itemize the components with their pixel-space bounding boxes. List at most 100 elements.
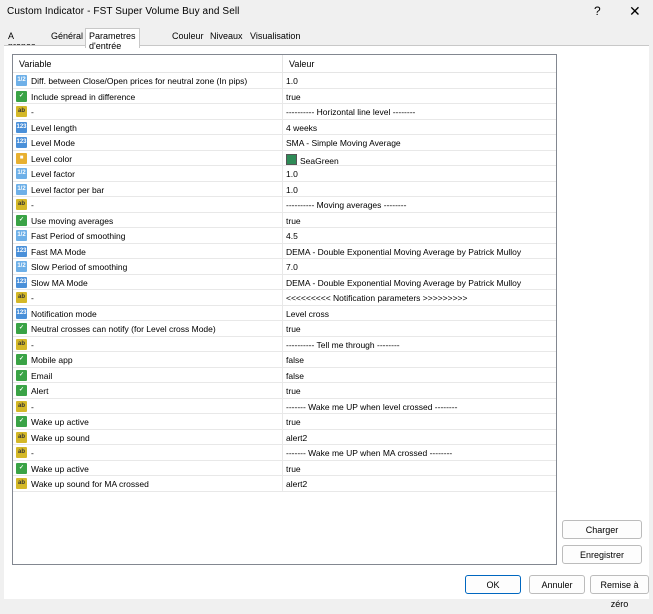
variable-value[interactable]: ---------- Horizontal line level -------… (286, 107, 415, 117)
variable-value[interactable]: 7.0 (286, 262, 298, 272)
cell-divider (282, 181, 283, 198)
variable-value[interactable]: Level cross (286, 309, 329, 319)
variable-value[interactable]: ---------- Moving averages -------- (286, 200, 406, 210)
tab-couleur[interactable]: Couleur (172, 31, 204, 45)
double-type-icon: 1/2 (16, 75, 27, 86)
table-row[interactable]: ✓ Email false (13, 367, 556, 384)
variable-value[interactable]: SeaGreen (286, 153, 339, 166)
table-row[interactable]: 123 Notification mode Level cross (13, 305, 556, 322)
cell-divider (282, 336, 283, 353)
variable-name: - (31, 293, 34, 303)
variable-value[interactable]: true (286, 464, 301, 474)
variable-name: Fast Period of smoothing (31, 231, 126, 241)
variable-value[interactable]: 1.0 (286, 76, 298, 86)
variable-value[interactable]: alert2 (286, 433, 307, 443)
variable-value[interactable]: 4.5 (286, 231, 298, 241)
column-divider[interactable] (282, 55, 283, 72)
help-button[interactable]: ? (594, 4, 601, 18)
variable-name: Wake up sound (31, 432, 90, 443)
tab-general[interactable]: Général (51, 31, 83, 45)
variable-name: Slow MA Mode (31, 277, 88, 288)
variable-name: Level factor per bar (31, 184, 105, 195)
variable-value[interactable]: 4 weeks (286, 123, 317, 133)
variable-value[interactable]: true (286, 386, 301, 396)
table-row[interactable]: 123 Fast MA Mode DEMA - Double Exponential… (13, 243, 556, 260)
cell-divider (282, 460, 283, 477)
column-header-value[interactable]: Valeur (289, 59, 314, 69)
ok-button[interactable]: OK (465, 575, 521, 594)
cancel-button[interactable]: Annuler (529, 575, 585, 594)
table-row[interactable]: ✓ Wake up active true (13, 414, 556, 430)
integer-type-icon: 123 (16, 276, 27, 288)
table-row[interactable]: ab - ---------- Horizontal line level ----… (13, 104, 556, 120)
table-row[interactable]: 1/2 Fast Period of smoothing 4.5 (13, 228, 556, 244)
reset-button[interactable]: Remise à zéro (590, 575, 649, 609)
variable-value[interactable]: SMA - Simple Moving Average (286, 138, 401, 148)
table-row[interactable]: ab Wake up sound alert2 (13, 429, 556, 446)
variable-value[interactable]: ------- Wake me UP when MA crossed -----… (286, 448, 452, 458)
variable-name: Fast MA Mode (31, 246, 86, 257)
boolean-type-icon: ✓ (16, 462, 27, 474)
variable-name: Wake up active (31, 463, 89, 474)
cell-divider (282, 305, 283, 322)
cell-divider (282, 429, 283, 446)
variable-name: - (31, 401, 34, 412)
cell-divider (282, 73, 283, 89)
variable-value[interactable]: <<<<<<<<< Notification parameters >>>>>>… (286, 293, 467, 303)
color-name: SeaGreen (300, 155, 339, 166)
table-row[interactable]: ab - ---------- Tell me through -------- (13, 336, 556, 353)
table-row[interactable]: 123 Level length 4 weeks (13, 119, 556, 136)
variable-name: Notification mode (31, 308, 97, 319)
load-button[interactable]: Charger (562, 520, 642, 539)
variable-value[interactable]: true (286, 216, 301, 226)
table-row[interactable]: ab - ---------- Moving averages -------- (13, 197, 556, 213)
variable-value[interactable]: false (286, 355, 304, 365)
variable-name: Neutral crosses can notify (for Level cr… (31, 324, 216, 334)
parameters-grid: Variable Valeur 1/2 Diff. between Close/O… (12, 54, 557, 565)
table-row[interactable]: ✓ Use moving averages true (13, 212, 556, 229)
tab-parametres-entree[interactable]: Parametres d'entrée (85, 28, 140, 51)
boolean-type-icon: ✓ (16, 416, 27, 427)
cell-divider (282, 259, 283, 275)
integer-type-icon: 123 (16, 245, 27, 257)
variable-value[interactable]: ------- Wake me UP when level crossed --… (286, 402, 457, 412)
variable-value[interactable]: 1.0 (286, 185, 298, 195)
table-row[interactable]: ✓ Alert true (13, 383, 556, 399)
table-row[interactable]: ■ Level color SeaGreen (13, 150, 556, 167)
tab-apropos[interactable]: A propos (8, 31, 36, 51)
table-row[interactable]: 1/2 Diff. between Close/Open prices for n… (13, 73, 556, 89)
table-row[interactable]: ✓ Mobile app false (13, 352, 556, 368)
double-type-icon: 1/2 (16, 230, 27, 241)
table-row[interactable]: 123 Slow MA Mode DEMA - Double Exponential… (13, 274, 556, 291)
table-row[interactable]: 1/2 Level factor 1.0 (13, 166, 556, 182)
tab-visualisation[interactable]: Visualisation (250, 31, 300, 45)
table-row[interactable]: ✓ Include spread in difference true (13, 88, 556, 105)
table-row[interactable]: 1/2 Level factor per bar 1.0 (13, 181, 556, 198)
variable-value[interactable]: true (286, 92, 301, 102)
variable-value[interactable]: false (286, 371, 304, 381)
variable-value[interactable]: true (286, 324, 301, 334)
save-button[interactable]: Enregistrer (562, 545, 642, 564)
cell-divider (282, 150, 283, 167)
tab-niveaux[interactable]: Niveaux (210, 31, 243, 45)
variable-value[interactable]: DEMA - Double Exponential Moving Average… (286, 247, 521, 257)
cell-divider (282, 476, 283, 492)
variable-value[interactable]: alert2 (286, 479, 307, 489)
table-row[interactable]: ab - ------- Wake me UP when level crossed… (13, 398, 556, 415)
integer-type-icon: 123 (16, 307, 27, 319)
column-header-variable[interactable]: Variable (19, 59, 51, 69)
string-type-icon: ab (16, 431, 27, 443)
table-row[interactable]: ✓ Wake up active true (13, 460, 556, 477)
table-row[interactable]: ab Wake up sound for MA crossed alert2 (13, 476, 556, 492)
variable-value[interactable]: 1.0 (286, 169, 298, 179)
table-row[interactable]: ab - <<<<<<<<< Notification parameters >>>… (13, 290, 556, 306)
variable-value[interactable]: true (286, 417, 301, 427)
cell-divider (282, 290, 283, 306)
table-row[interactable]: ab - ------- Wake me UP when MA crossed --… (13, 445, 556, 461)
variable-value[interactable]: ---------- Tell me through -------- (286, 340, 400, 350)
table-row[interactable]: 1/2 Slow Period of smoothing 7.0 (13, 259, 556, 275)
close-button[interactable]: ✕ (629, 3, 641, 20)
variable-value[interactable]: DEMA - Double Exponential Moving Average… (286, 278, 521, 288)
table-row[interactable]: 123 Level Mode SMA - Simple Moving Average (13, 135, 556, 151)
table-row[interactable]: ✓ Neutral crosses can notify (for Level c… (13, 321, 556, 337)
